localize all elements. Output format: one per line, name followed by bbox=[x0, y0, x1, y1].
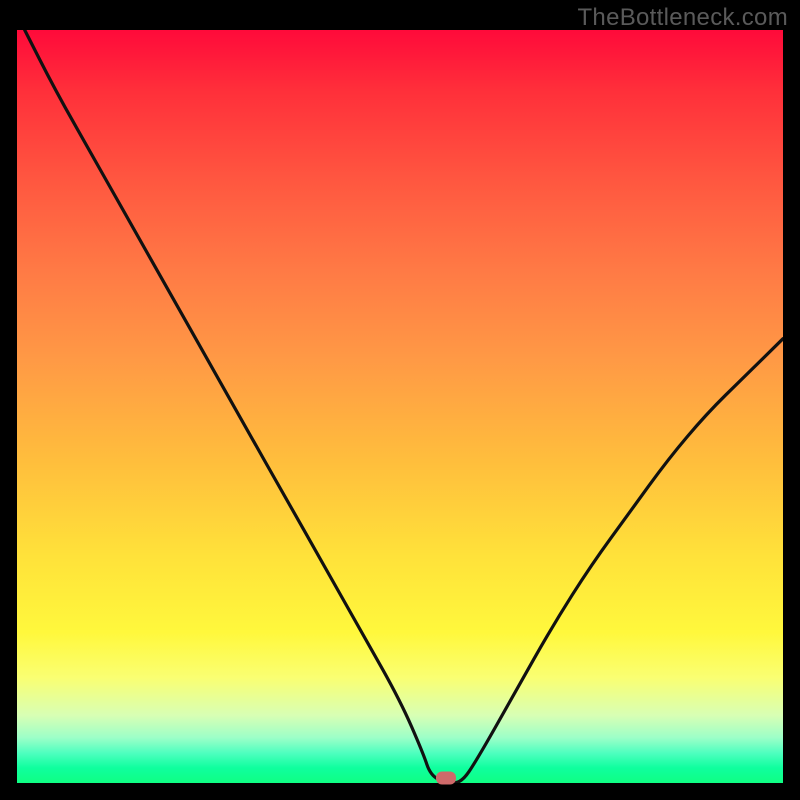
plot-outer bbox=[17, 30, 783, 783]
bottleneck-curve bbox=[17, 30, 783, 783]
valley-marker bbox=[436, 772, 456, 785]
chart-frame: TheBottleneck.com bbox=[0, 0, 800, 800]
watermark-text: TheBottleneck.com bbox=[577, 4, 788, 32]
